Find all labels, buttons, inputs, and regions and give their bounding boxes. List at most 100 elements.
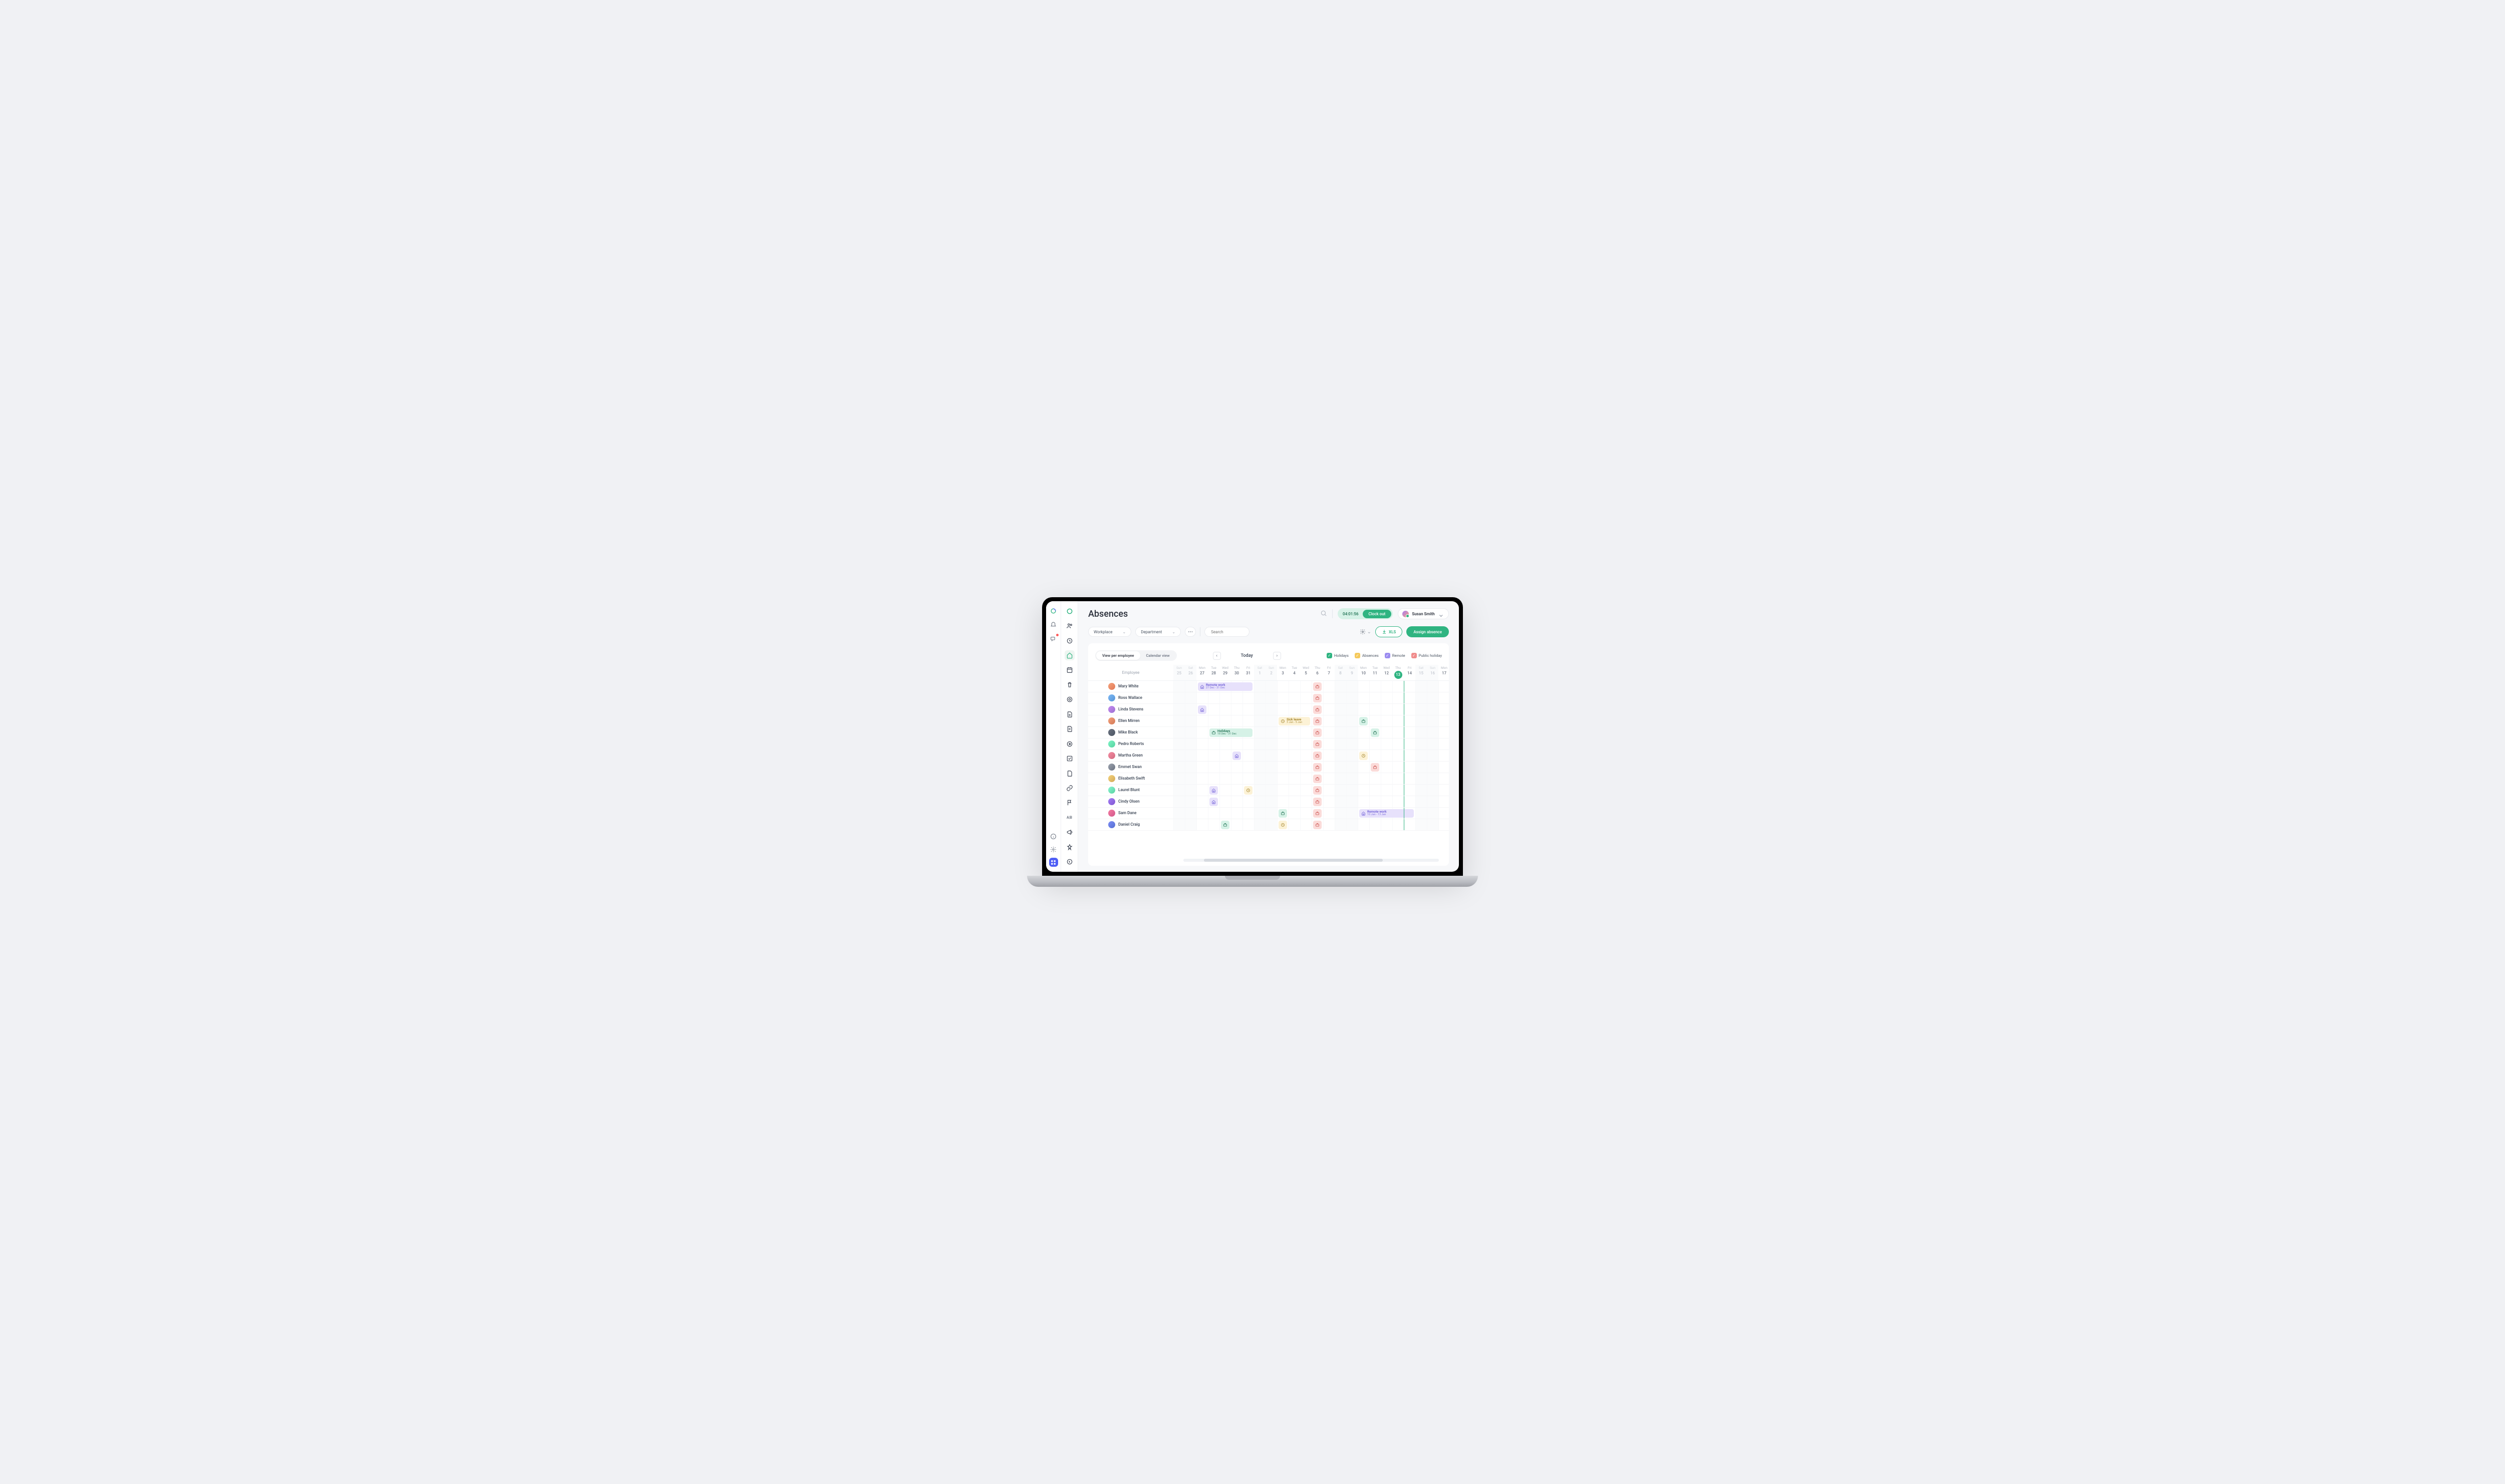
chat-icon[interactable] — [1049, 634, 1058, 643]
view-settings[interactable]: ⌄ — [1360, 629, 1371, 635]
absence-block[interactable] — [1371, 763, 1379, 772]
absence-block[interactable] — [1313, 705, 1322, 714]
absence-block[interactable] — [1209, 786, 1218, 795]
search-input[interactable] — [1211, 630, 1243, 634]
absence-block[interactable] — [1232, 752, 1241, 760]
absence-block[interactable] — [1313, 752, 1322, 760]
tab-per-employee[interactable]: View per employee — [1096, 651, 1140, 660]
absence-block[interactable] — [1313, 763, 1322, 772]
day-header: Wed5 — [1300, 665, 1312, 680]
cell — [1173, 819, 1185, 830]
doc-nav-icon[interactable] — [1065, 709, 1075, 719]
absence-block[interactable]: Holidays18 Dec - 31 Dec — [1209, 728, 1252, 737]
absence-block[interactable] — [1244, 786, 1252, 795]
absence-block[interactable] — [1313, 728, 1322, 737]
info-icon[interactable] — [1049, 832, 1058, 841]
next-button[interactable]: › — [1273, 652, 1281, 660]
user-menu[interactable]: Susan Smith ⌄ — [1398, 608, 1449, 619]
cell — [1185, 692, 1196, 703]
legend-absences[interactable]: ✓Absences — [1355, 653, 1379, 658]
team-icon[interactable] — [1065, 621, 1075, 630]
ab-nav-icon[interactable]: A|B — [1065, 813, 1075, 822]
legend-remote[interactable]: ✓Remote — [1385, 653, 1405, 658]
cell — [1392, 796, 1404, 807]
cell — [1289, 727, 1300, 738]
absence-block[interactable] — [1313, 717, 1322, 725]
absence-block[interactable] — [1313, 798, 1322, 806]
pin-nav-icon[interactable] — [1065, 842, 1075, 852]
assign-absence-button[interactable]: Assign absence — [1406, 626, 1449, 637]
cell — [1277, 738, 1289, 750]
horizontal-scrollbar[interactable] — [1183, 859, 1439, 862]
timeline-grid[interactable]: Employee Sun25Sat26Mon27Tue28Wed29Thu30F… — [1088, 665, 1449, 859]
tab-calendar[interactable]: Calendar view — [1140, 651, 1176, 660]
cell — [1427, 773, 1438, 784]
cell — [1369, 796, 1381, 807]
cell — [1438, 762, 1449, 773]
clock-nav-icon[interactable] — [1065, 636, 1075, 645]
target-nav-icon[interactable] — [1065, 695, 1075, 704]
check-nav-icon[interactable] — [1065, 754, 1075, 763]
flag-nav-icon[interactable] — [1065, 798, 1075, 808]
day-header: Sun9 — [1346, 665, 1358, 680]
absence-block[interactable]: Sick leave3 Jan - 5 Jan — [1279, 717, 1310, 725]
absence-block[interactable] — [1279, 809, 1287, 818]
apps-icon[interactable] — [1049, 858, 1058, 867]
absence-block[interactable] — [1313, 786, 1322, 795]
workplace-filter[interactable]: Workplace⌄ — [1088, 627, 1131, 637]
absence-block[interactable] — [1359, 752, 1368, 760]
bell-icon[interactable] — [1049, 620, 1058, 629]
absence-block[interactable] — [1313, 775, 1322, 783]
more-filters-button[interactable]: ⋯ — [1185, 627, 1196, 637]
cell — [1438, 819, 1449, 830]
department-filter[interactable]: Department⌄ — [1135, 627, 1181, 637]
user-name: Susan Smith — [1412, 612, 1434, 616]
absence-block[interactable] — [1221, 821, 1229, 829]
absence-block[interactable] — [1198, 705, 1206, 714]
money-nav-icon[interactable] — [1065, 739, 1075, 749]
list-nav-icon[interactable] — [1065, 724, 1075, 734]
cell — [1254, 796, 1266, 807]
clock-out-button[interactable]: Clock out — [1363, 610, 1392, 618]
absence-block[interactable] — [1371, 728, 1379, 737]
cell — [1196, 762, 1208, 773]
cell — [1277, 681, 1289, 692]
settings-icon[interactable] — [1049, 845, 1058, 854]
calendar-nav-icon[interactable] — [1065, 665, 1075, 675]
absence-block[interactable] — [1279, 821, 1287, 829]
trash-nav-icon[interactable] — [1065, 680, 1075, 689]
prev-button[interactable]: ‹ — [1213, 652, 1221, 660]
absences-nav-icon[interactable] — [1065, 650, 1075, 660]
absence-block[interactable] — [1359, 717, 1368, 725]
absence-block[interactable] — [1313, 694, 1322, 702]
export-xls-button[interactable]: XLS — [1375, 626, 1402, 637]
absence-block[interactable] — [1313, 821, 1322, 829]
avatar — [1108, 752, 1115, 759]
search-icon[interactable] — [1320, 609, 1327, 619]
megaphone-icon[interactable] — [1065, 828, 1075, 837]
grid-header: Employee Sun25Sat26Mon27Tue28Wed29Thu30F… — [1088, 665, 1449, 681]
cell — [1196, 738, 1208, 750]
absence-block[interactable] — [1209, 798, 1218, 806]
logo-icon[interactable] — [1049, 606, 1058, 615]
report-nav-icon[interactable] — [1065, 769, 1075, 778]
cell — [1266, 704, 1277, 715]
avatar — [1108, 764, 1115, 771]
legend-holidays[interactable]: ✓Holidays — [1327, 653, 1349, 658]
absence-block[interactable] — [1313, 740, 1322, 749]
absence-block[interactable]: Remote work10 Jan - 13 Jan — [1359, 809, 1414, 818]
logo-small-icon[interactable] — [1065, 606, 1075, 616]
cell — [1369, 750, 1381, 761]
collapse-icon[interactable] — [1065, 857, 1075, 867]
cell — [1173, 762, 1185, 773]
absence-block[interactable] — [1313, 809, 1322, 818]
avatar — [1402, 611, 1409, 617]
cell — [1300, 704, 1312, 715]
employee-row: Daniel Craig — [1088, 819, 1449, 831]
cell — [1277, 692, 1289, 703]
absence-block[interactable] — [1313, 682, 1322, 691]
legend-public holiday[interactable]: ✓Public holiday — [1411, 653, 1442, 658]
link-nav-icon[interactable] — [1065, 783, 1075, 793]
cell — [1369, 738, 1381, 750]
absence-block[interactable]: Remote work27 Dec - 31 Dec — [1198, 682, 1252, 691]
